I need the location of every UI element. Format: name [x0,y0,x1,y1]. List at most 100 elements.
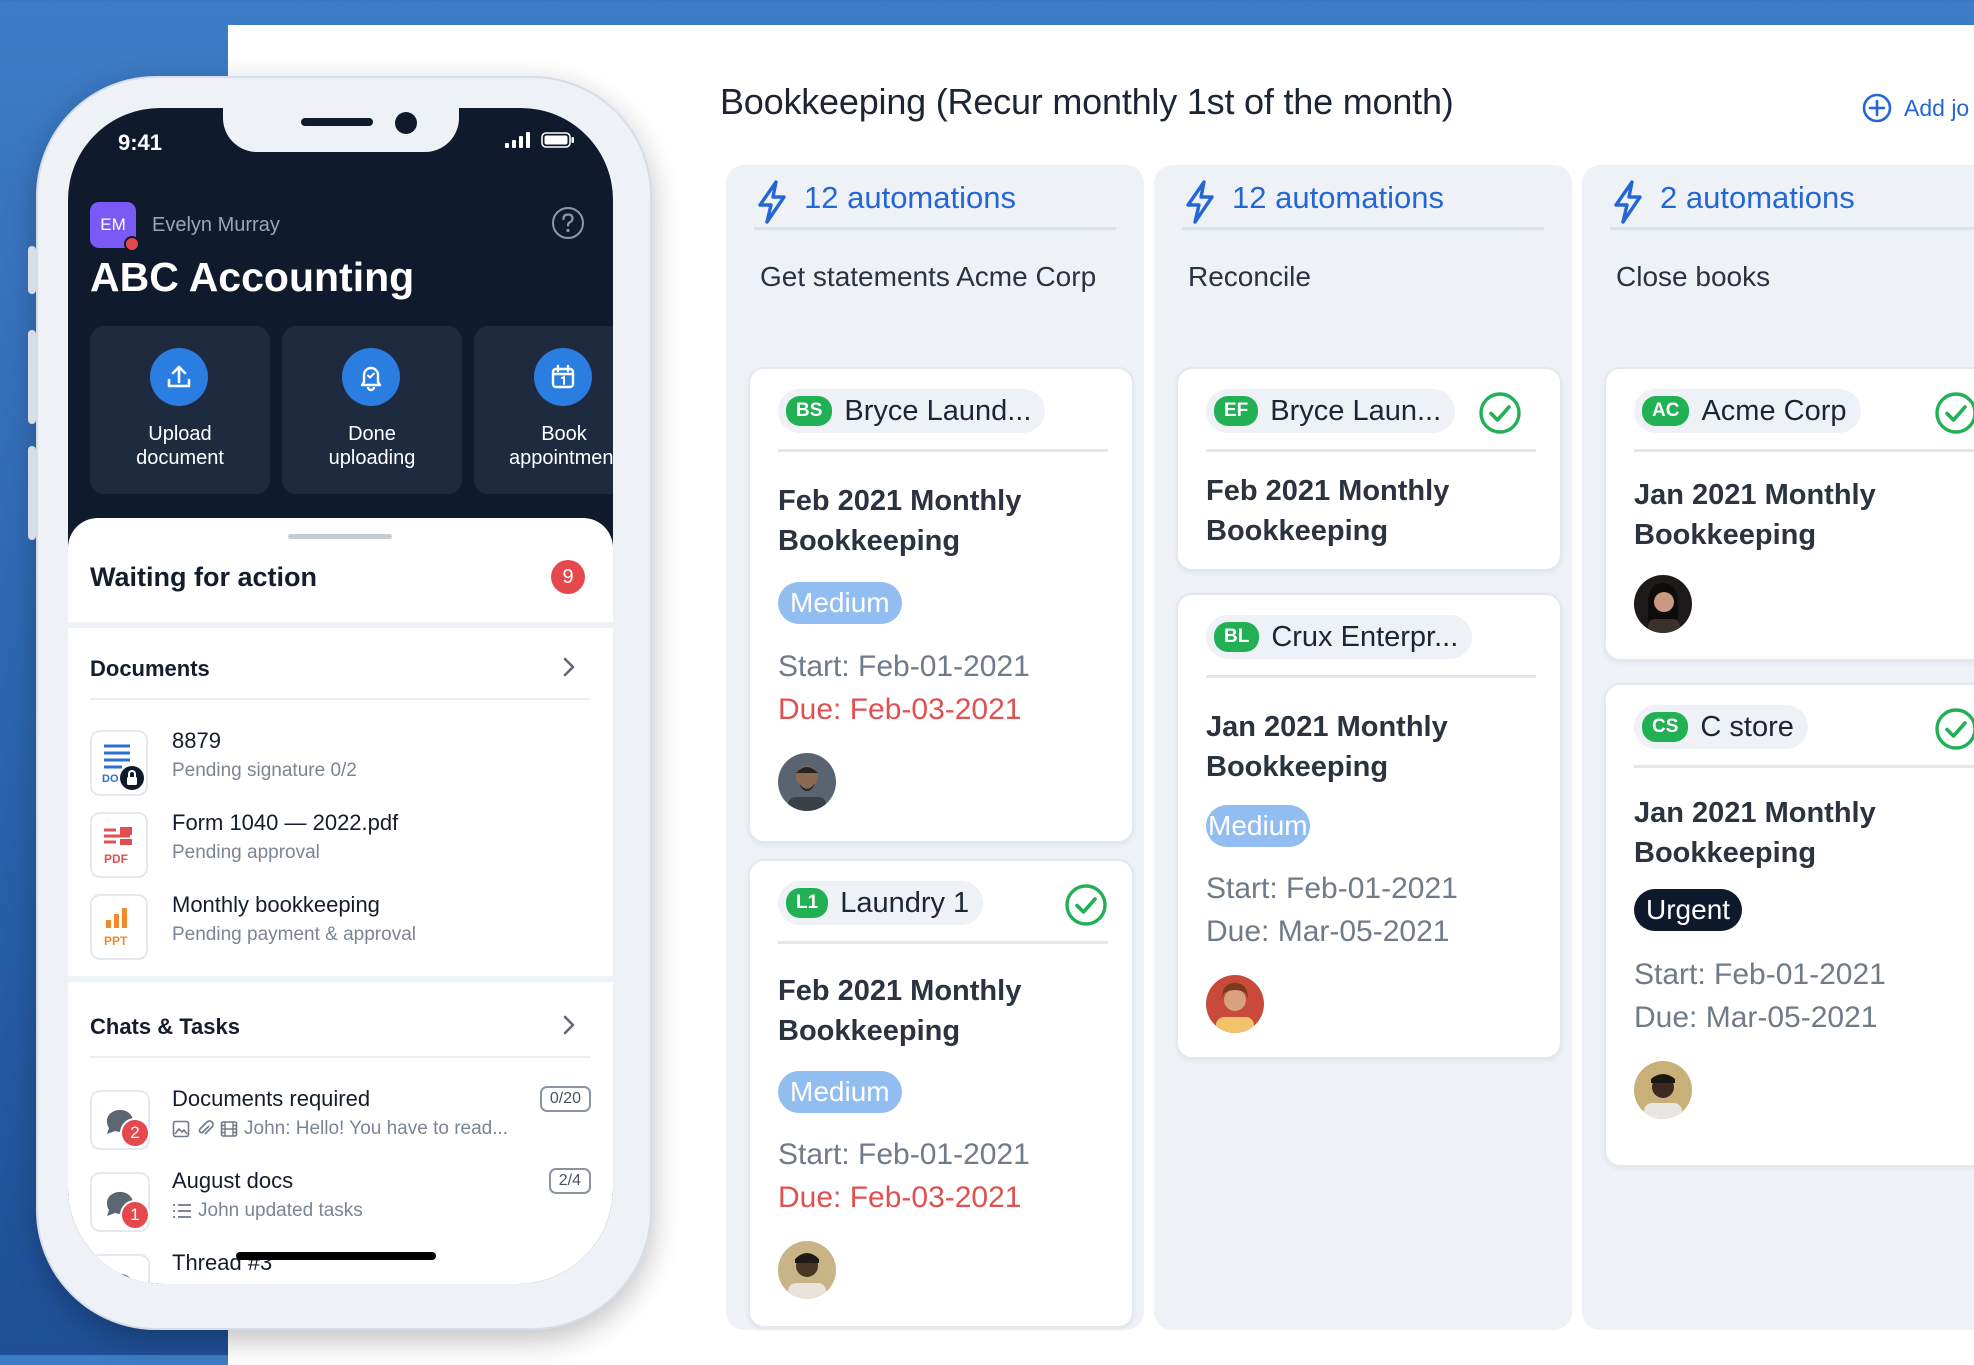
signal-icon [505,132,530,148]
add-job-button[interactable]: Add jo [1862,93,1969,123]
upload-icon [167,365,191,388]
document-title: Monthly bookkeeping [172,892,380,917]
client-pill[interactable]: BL Crux Enterpr... [1206,615,1473,659]
phone-notch [223,108,459,152]
column-close-books: 2 automations Close books AC Acme Corp J… [1582,165,1974,1330]
svg-text:DO: DO [102,773,119,785]
client-pill[interactable]: EF Bryce Laun... [1206,389,1456,433]
home-indicator[interactable] [236,1252,436,1260]
lightning-icon [758,180,786,224]
automations-header[interactable]: 2 automations [1610,179,1974,230]
avatar[interactable] [1634,1061,1692,1119]
start-date: Start: Feb-01-2021 [778,1138,1030,1171]
chat-item[interactable]: 2 Documents required John: Hello! You ha… [90,1086,591,1156]
priority-badge: Medium [1206,805,1310,847]
user-name: Evelyn Murray [152,213,280,236]
card-title: Jan 2021 Monthly Bookkeeping [1206,711,1448,783]
paperclip-icon [198,1120,214,1135]
book-appointment-button[interactable]: Book appointment [474,326,613,494]
avatar[interactable] [778,753,836,811]
column-reconcile: 12 automations Reconcile EF Bryce Laun..… [1154,165,1572,1330]
svg-text:PPT: PPT [104,934,128,948]
column-title: Reconcile [1188,261,1311,292]
plus-circle-icon [1862,93,1892,123]
task-card[interactable]: CS C store Jan 2021 Monthly Bookkeeping … [1604,683,1974,1167]
column-title: Close books [1616,261,1771,292]
automations-header[interactable]: 12 automations [1182,179,1544,230]
client-initials: EF [1214,396,1259,426]
chats-section-title[interactable]: Chats & Tasks [90,1014,240,1040]
done-uploading-button[interactable]: Done uploading [282,326,462,494]
start-date: Start: Feb-01-2021 [1634,958,1886,991]
client-initials: AC [1642,396,1690,426]
client-initials: CS [1642,712,1689,742]
avatar[interactable] [778,1241,836,1299]
task-card[interactable]: L1 Laundry 1 Feb 2021 Monthly Bookkeepin… [748,859,1134,1328]
phone-volume-down [28,446,36,540]
image-icon [172,1120,190,1138]
user-row[interactable]: EM Evelyn Murray [90,202,280,252]
list-icon [173,1204,191,1218]
unread-badge: 2 [120,1118,150,1148]
card-dates: Start: Feb-01-2021 Due: Feb-03-2021 [778,1133,1030,1219]
client-pill[interactable]: CS C store [1634,705,1808,749]
chat-preview: John: Hello! You have to read... [172,1118,508,1140]
documents-section-title[interactable]: Documents [90,656,210,682]
pdf-file-icon: PDF [90,812,148,878]
client-initials: L1 [786,888,829,918]
check-circle-icon [1065,884,1107,926]
document-status: Pending payment & approval [172,924,416,945]
upload-document-button[interactable]: Upload document [90,326,270,494]
priority-badge: Medium [778,1071,902,1113]
card-dates: Start: Feb-01-2021 Due: Mar-05-2021 [1634,953,1886,1039]
ppt-file-icon: PPT [90,894,148,960]
action-label: Upload document [136,423,224,469]
add-job-label: Add jo [1904,94,1970,121]
card-dates: Start: Feb-01-2021 Due: Feb-03-2021 [778,645,1030,731]
task-card[interactable]: BL Crux Enterpr... Jan 2021 Monthly Book… [1176,593,1562,1059]
document-item[interactable]: PPT Monthly bookkeeping Pending payment … [90,892,591,962]
chevron-right-icon[interactable] [561,1012,577,1038]
client-pill[interactable]: BS Bryce Laund... [778,389,1046,433]
avatar: EM [90,202,140,252]
chat-title: August docs [172,1168,294,1193]
start-date: Start: Feb-01-2021 [1206,872,1458,905]
lightning-icon [1186,180,1214,224]
avatar[interactable] [1634,575,1692,633]
due-date: Due: Mar-05-2021 [1206,915,1450,948]
chat-item[interactable]: 1 August docs John updated tasks 2/4 [90,1168,591,1238]
task-count: 2/4 [548,1168,591,1194]
task-card[interactable]: BS Bryce Laund... Feb 2021 Monthly Bookk… [748,367,1134,843]
board-title: Bookkeeping (Recur monthly 1st of the mo… [720,81,1454,122]
document-item[interactable]: PDF Form 1040 — 2022.pdf Pending approva… [90,810,591,880]
phone-mute-switch [28,246,36,294]
client-pill[interactable]: L1 Laundry 1 [778,881,984,925]
client-initials: BL [1214,622,1260,652]
task-card[interactable]: AC Acme Corp Jan 2021 Monthly Bookkeepin… [1604,367,1974,661]
document-title: Form 1040 — 2022.pdf [172,810,399,835]
chat-preview: John updated tasks [172,1200,363,1222]
task-card[interactable]: EF Bryce Laun... Feb 2021 Monthly Bookke… [1176,367,1562,571]
client-pill[interactable]: AC Acme Corp [1634,389,1861,433]
help-icon[interactable] [551,206,585,240]
bell-icon [360,366,382,392]
start-date: Start: Feb-01-2021 [778,650,1030,683]
unread-badge: 1 [120,1200,150,1230]
automations-header[interactable]: 12 automations [754,179,1116,230]
action-label: Done uploading [328,423,416,469]
action-label: Book appointment [508,423,613,469]
due-date: Due: Feb-03-2021 [778,1181,1022,1214]
notification-dot [124,236,140,252]
avatar[interactable] [1206,975,1264,1033]
chat-bubble-icon [90,1254,150,1284]
lightning-icon [1614,180,1642,224]
client-initials: BS [786,396,833,426]
waiting-title: Waiting for action [90,562,317,592]
client-name: Bryce Laund... [844,394,1032,427]
automations-count: 12 automations [1232,180,1444,215]
company-name: ABC Accounting [90,254,415,300]
sheet-grabber[interactable] [288,534,392,539]
document-item[interactable]: DO 8879 Pending signature 0/2 [90,728,591,798]
status-time: 9:41 [118,130,163,155]
chevron-right-icon[interactable] [561,654,577,680]
